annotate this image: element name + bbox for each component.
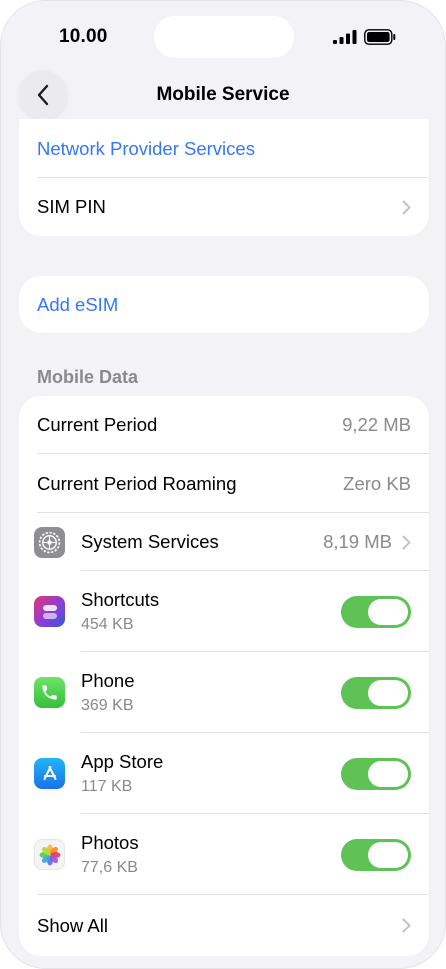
app-usage: 117 KB <box>81 778 133 795</box>
current-period-value: 9,22 MB <box>342 414 411 435</box>
phone-toggle[interactable] <box>341 676 411 709</box>
settings-gear-icon <box>34 526 65 558</box>
shortcuts-toggle[interactable] <box>341 595 411 628</box>
chevron-right-icon <box>402 918 411 933</box>
app-text: Shortcuts 454 KB <box>81 589 159 634</box>
sim-pin-label: SIM PIN <box>37 196 106 217</box>
app-row-app-store: App Store 117 KB <box>19 733 429 814</box>
current-period-roaming-value: Zero KB <box>343 472 411 494</box>
phone-icon <box>34 677 65 708</box>
dynamic-island <box>154 16 294 58</box>
app-usage: 77,6 KB <box>81 859 138 876</box>
app-store-toggle[interactable] <box>341 757 411 790</box>
status-bar: 10.00 <box>1 1 445 71</box>
add-esim-row[interactable]: Add eSIM <box>19 276 429 333</box>
mobile-data-header: Mobile Data <box>37 367 139 387</box>
battery-icon <box>364 29 396 45</box>
phone-screen: 10.00 Mobile Service Network Provider Se… <box>0 0 446 969</box>
app-usage: 454 KB <box>81 616 134 633</box>
toggle-knob <box>368 679 408 706</box>
system-services-value: 8,19 MB <box>323 531 392 552</box>
app-name: Shortcuts <box>81 589 160 610</box>
mobile-data-group: Current Period 9,22 MB Current Period Ro… <box>19 396 429 956</box>
network-provider-services-link[interactable]: Network Provider Services <box>37 138 255 160</box>
show-all-label: Show All <box>37 914 108 936</box>
app-name: App Store <box>81 751 164 772</box>
chevron-right-icon <box>402 200 411 214</box>
app-row-photos: Photos 77,6 KB <box>19 814 429 895</box>
network-provider-services-row[interactable]: Network Provider Services <box>19 119 429 178</box>
toggle-knob <box>368 760 408 787</box>
toggle-knob <box>368 598 408 625</box>
cellular-signal-icon <box>333 30 357 44</box>
navigation-bar: Mobile Service <box>1 67 445 121</box>
app-usage: 369 KB <box>81 697 134 714</box>
toggle-knob <box>368 841 408 868</box>
app-name: Phone <box>81 670 135 691</box>
current-period-row: Current Period 9,22 MB <box>19 396 429 454</box>
system-services-label: System Services <box>81 531 219 552</box>
sim-settings-group: Network Provider Services SIM PIN <box>19 119 429 236</box>
current-period-roaming-label: Current Period Roaming <box>37 472 237 494</box>
photos-icon <box>34 839 65 870</box>
photos-toggle[interactable] <box>341 838 411 871</box>
status-time: 10.00 <box>59 26 108 47</box>
sim-pin-row[interactable]: SIM PIN <box>19 178 429 236</box>
app-name: Photos <box>81 832 139 853</box>
page-title: Mobile Service <box>156 84 290 105</box>
shortcuts-icon <box>34 596 65 627</box>
app-text: Phone 369 KB <box>81 670 135 715</box>
app-row-phone: Phone 369 KB <box>19 652 429 733</box>
app-row-shortcuts: Shortcuts 454 KB <box>19 571 429 652</box>
esim-group: Add eSIM <box>19 276 429 333</box>
chevron-right-icon <box>402 535 411 549</box>
add-esim-link[interactable]: Add eSIM <box>37 294 118 316</box>
show-all-row[interactable]: Show All <box>19 895 429 956</box>
app-text: Photos 77,6 KB <box>81 832 139 877</box>
system-services-row[interactable]: System Services 8,19 MB <box>19 513 429 571</box>
app-text: App Store 117 KB <box>81 751 163 796</box>
current-period-label: Current Period <box>37 414 158 435</box>
current-period-roaming-row: Current Period Roaming Zero KB <box>19 454 429 513</box>
app-store-icon <box>34 758 65 789</box>
